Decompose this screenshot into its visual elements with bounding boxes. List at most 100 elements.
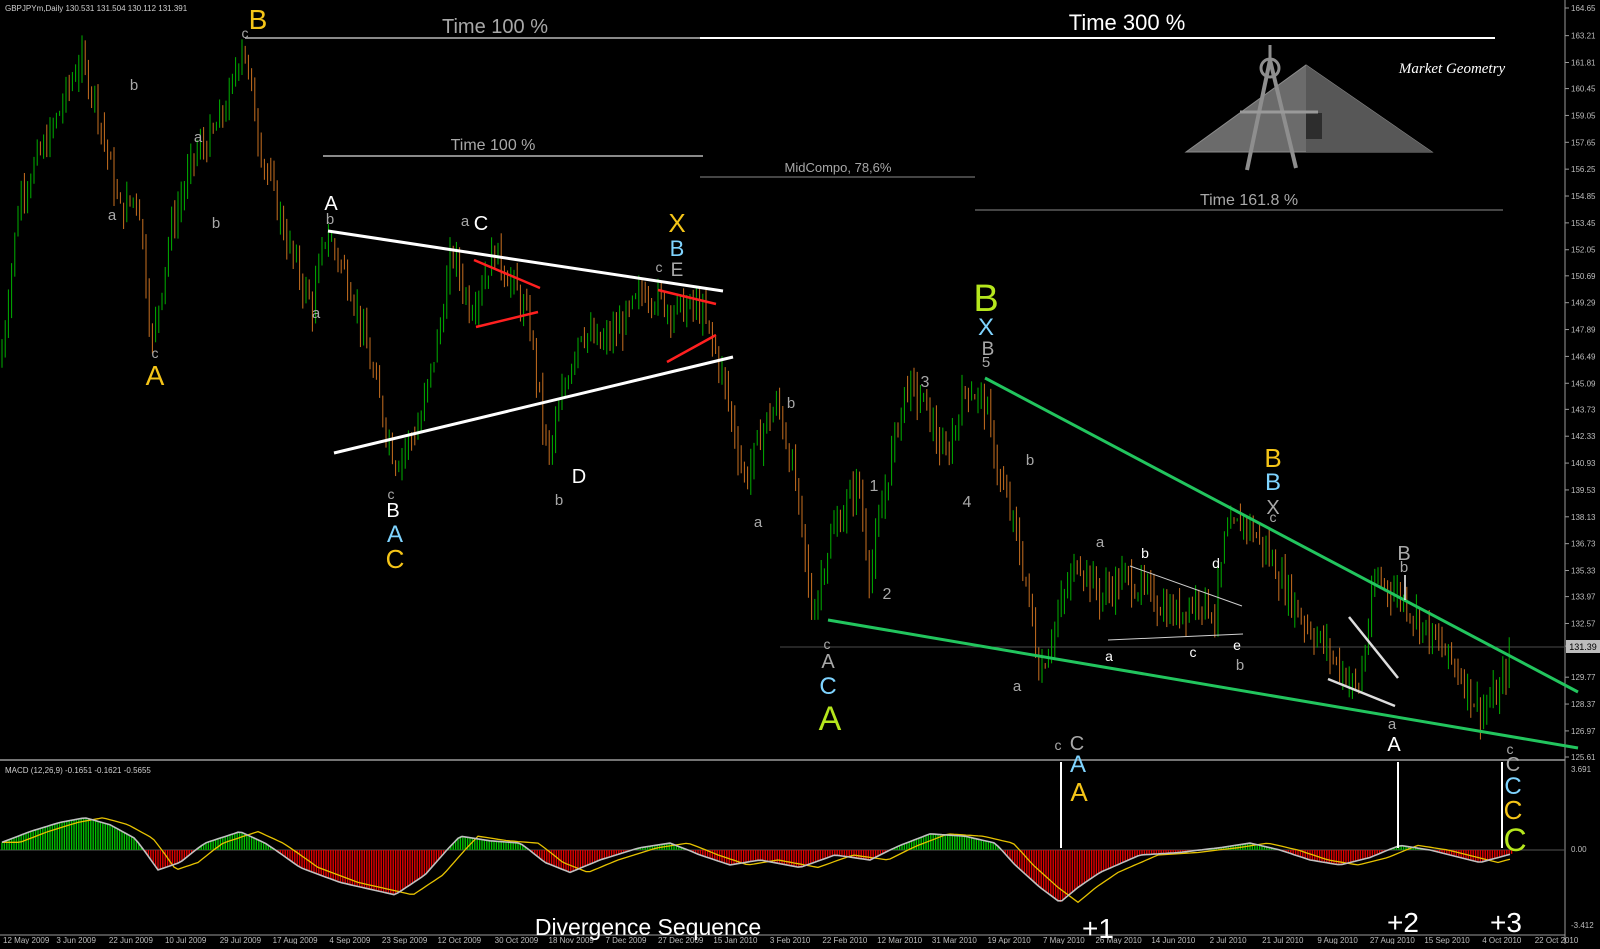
y-tick-label: 142.33: [1571, 432, 1596, 441]
wave-label: c: [152, 345, 159, 361]
wave-label: c: [1270, 509, 1277, 525]
macd-tick-label: -3.412: [1571, 921, 1594, 930]
wave-label: b: [1400, 559, 1408, 576]
wave-label: B: [249, 4, 268, 35]
wave-label: B: [386, 500, 399, 522]
x-tick-label: 14 Jun 2010: [1151, 936, 1196, 944]
wave-label: b: [130, 77, 138, 94]
divergence-label: +3: [1490, 907, 1522, 938]
wave-label: C: [386, 544, 405, 574]
wave-label: c: [1055, 737, 1062, 753]
wave-label: A: [1387, 734, 1401, 756]
wave-label: 3: [921, 374, 930, 391]
wave-label: C: [474, 213, 488, 235]
wave-label: c: [1190, 644, 1197, 660]
trading-chart[interactable]: 164.65 163.21 161.81 160.45 159.05 157.65 156.…: [0, 0, 1600, 945]
wave-label: a: [754, 514, 763, 531]
y-tick-label: 128.37: [1571, 700, 1596, 709]
wave-label: B: [1265, 469, 1281, 496]
y-tick-label: 147.89: [1571, 326, 1596, 335]
divergence-label: +1: [1082, 913, 1114, 944]
y-tick-label: 146.49: [1571, 352, 1596, 361]
x-tick-label: 12 Mar 2010: [877, 936, 922, 944]
y-tick-label: 125.61: [1571, 753, 1596, 762]
wave-label: a: [1388, 716, 1397, 733]
x-tick-label: 12 Oct 2009: [438, 936, 482, 944]
time-label: Time 161.8 %: [1200, 192, 1298, 209]
y-tick-label: 145.09: [1571, 379, 1596, 388]
wave-label: b: [1141, 545, 1149, 561]
wave-label: d: [1212, 555, 1220, 571]
wave-label: 4: [963, 494, 972, 511]
wave-label: b: [212, 215, 220, 232]
divergence-label: +2: [1387, 907, 1419, 938]
x-tick-label: 15 Sep 2010: [1424, 936, 1470, 944]
wave-label: X: [978, 314, 994, 341]
wave-label: b: [555, 492, 563, 509]
x-tick-label: 17 Aug 2009: [273, 936, 318, 944]
y-tick-label: 153.45: [1571, 219, 1596, 228]
x-tick-label: 21 Jul 2010: [1262, 936, 1304, 944]
y-tick-label: 132.57: [1571, 619, 1596, 628]
y-tick-label: 126.97: [1571, 727, 1596, 736]
y-tick-label: 149.29: [1571, 299, 1596, 308]
x-axis-ticks: 12 May 2009 3 Jun 2009 22 Jun 2009 10 Jul 2…: [3, 936, 1579, 945]
x-tick-label: 3 Feb 2010: [770, 936, 811, 944]
y-tick-label: 138.13: [1571, 513, 1596, 522]
time-label: Time 100 %: [451, 137, 536, 154]
wave-label: e: [1233, 637, 1241, 653]
x-tick-label: 19 Apr 2010: [988, 936, 1032, 944]
x-tick-label: 3 Jun 2009: [56, 936, 96, 944]
wave-label: c: [656, 259, 663, 275]
x-tick-label: 9 Aug 2010: [1317, 936, 1358, 944]
macd-tick-label: 0.00: [1571, 845, 1587, 854]
window-title: GBPJPYm,Daily 130.531 131.504 130.112 13…: [5, 4, 188, 13]
x-tick-label: 22 Feb 2010: [822, 936, 867, 944]
y-tick-label: 136.73: [1571, 540, 1596, 549]
logo-text: Market Geometry: [1398, 61, 1506, 77]
x-tick-label: 12 May 2009: [3, 936, 50, 944]
y-tick-label: 135.33: [1571, 567, 1596, 576]
x-tick-label: 30 Oct 2009: [495, 936, 539, 944]
wave-label: a: [1096, 534, 1105, 551]
wave-label: a: [1105, 648, 1113, 664]
wave-label: c: [824, 636, 831, 652]
wave-label: a: [194, 129, 203, 146]
wave-label: b: [1026, 452, 1034, 469]
x-tick-label: 22 Jun 2009: [109, 936, 154, 944]
y-tick-label: 157.65: [1571, 138, 1596, 147]
wave-label: A: [146, 360, 165, 391]
y-tick-label: 160.45: [1571, 85, 1596, 94]
wave-label: 5: [982, 354, 990, 371]
y-tick-label: 156.25: [1571, 165, 1596, 174]
wave-label: b: [326, 211, 334, 228]
current-price-label: 131.39: [1569, 642, 1597, 652]
chart-canvas: 164.65 163.21 161.81 160.45 159.05 157.65 156.…: [0, 0, 1600, 945]
wave-label: a: [461, 213, 470, 230]
wave-label: b: [787, 395, 795, 412]
wave-label: X: [668, 208, 685, 238]
wave-label: a: [108, 207, 117, 224]
wave-label: c: [242, 25, 249, 41]
y-tick-label: 140.93: [1571, 459, 1596, 468]
y-tick-label: 164.65: [1571, 4, 1596, 13]
time-label: Time 300 %: [1069, 10, 1186, 35]
x-tick-label: 22 Oct 2010: [1535, 936, 1579, 944]
x-tick-label: 31 Mar 2010: [932, 936, 977, 944]
wave-label: A: [1070, 777, 1088, 807]
wave-label: C: [1503, 822, 1526, 858]
macd-title: MACD (12,26,9) -0.1651 -0.1621 -0.5655: [5, 766, 151, 775]
y-tick-label: 129.77: [1571, 673, 1596, 682]
y-tick-label: 163.21: [1571, 32, 1596, 41]
divergence-sequence-label: Divergence Sequence: [535, 914, 761, 940]
x-tick-label: 2 Jul 2010: [1210, 936, 1247, 944]
wave-label: C: [819, 673, 836, 700]
x-tick-label: 23 Sep 2009: [382, 936, 428, 944]
wave-label: 1: [870, 478, 879, 495]
macd-tick-label: 3.691: [1571, 765, 1592, 774]
logo-square-icon: [1306, 113, 1322, 139]
y-tick-label: 150.69: [1571, 272, 1596, 281]
wave-label: a: [1013, 678, 1022, 695]
wave-label: b: [1236, 657, 1244, 674]
wave-label: E: [671, 260, 684, 281]
